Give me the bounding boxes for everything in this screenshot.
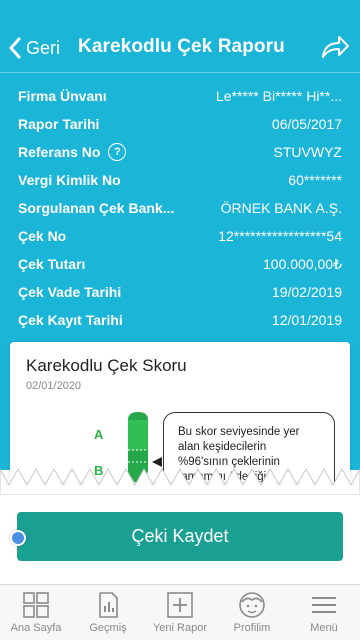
chevron-left-icon [9,37,21,59]
detail-row-vergi: Vergi Kimlik No 60******* [0,166,360,194]
detail-row-referans: Referans No ? STUVWYZ [0,138,360,166]
tab-label: Ana Sayfa [10,622,62,634]
tab-profilim[interactable]: Profilim [216,585,288,640]
detail-value: 19/02/2019 [271,284,342,300]
detail-value: 60******* [288,172,342,188]
floating-touch-indicator [10,530,26,546]
detail-value: STUVWYZ [273,144,342,160]
page-title: Karekodlu Çek Raporu [78,36,285,57]
detail-label-wrap: Referans No ? [18,143,127,161]
tab-label: Geçmiş [89,622,127,634]
detail-value: Le***** Bi***** Hi**... [215,88,342,104]
detail-value: ÖRNEK BANK A.Ş. [220,200,342,216]
save-check-button[interactable]: Çeki Kaydet [17,512,343,561]
nav-divider [0,72,360,73]
detail-label: Çek Vade Tarihi [18,284,122,300]
detail-label: Vergi Kimlik No [18,172,121,188]
detail-value: 12*****************54 [218,228,342,244]
detail-row-cek-no: Çek No 12*****************54 [0,222,360,250]
detail-row-vade: Çek Vade Tarihi 19/02/2019 [0,278,360,306]
detail-row-firma: Firma Ünvanı Le***** Bi***** Hi**... [0,82,360,110]
detail-label: Çek No [18,228,67,244]
tab-label: Yeni Rapor [152,622,208,634]
bubble-line: alan keşidecilerin [178,441,267,453]
detail-label: Firma Ünvanı [18,88,107,104]
score-card-title: Karekodlu Çek Skoru [26,356,187,375]
tab-label: Menü [310,622,338,634]
grade-label-a: A [94,427,104,442]
tab-ana-sayfa[interactable]: Ana Sayfa [0,585,72,640]
detail-label: Çek Kayıt Tarihi [18,312,123,328]
tab-yeni-rapor[interactable]: Yeni Rapor [144,585,216,640]
share-icon[interactable] [320,35,350,59]
detail-value: 06/05/2017 [271,116,342,132]
back-label: Geri [26,37,61,58]
detail-row-kayit: Çek Kayıt Tarihi 12/01/2019 [0,306,360,334]
detail-label: Çek Tutarı [18,256,86,272]
bubble-line: Bu skor seviyesinde yer [178,426,300,438]
detail-label: Referans No [18,144,101,160]
score-card-date: 02/01/2020 [26,380,82,392]
detail-label: Sorgulanan Çek Bank... [18,200,175,216]
tab-gecmis[interactable]: Geçmiş [72,585,144,640]
detail-label: Rapor Tarihi [18,116,100,132]
detail-value: 100.000,00₺ [263,255,342,272]
torn-edge-divider [0,467,360,495]
bottom-tab-bar: Ana Sayfa Geçmiş Yeni Rapor Profilim Men… [0,584,360,640]
info-icon[interactable]: ? [108,143,127,161]
detail-row-rapor-tarihi: Rapor Tarihi 06/05/2017 [0,110,360,138]
navigation-bar: Geri Karekodlu Çek Raporu [0,22,360,72]
back-button[interactable]: Geri [8,35,60,61]
detail-row-banka: Sorgulanan Çek Bank... ÖRNEK BANK A.Ş. [0,194,360,222]
report-details: Firma Ünvanı Le***** Bi***** Hi**... Rap… [0,82,360,334]
tab-label: Profilim [233,622,271,634]
detail-value: 12/01/2019 [271,312,342,328]
hamburger-menu-icon [312,597,336,613]
profile-face-icon [239,592,265,618]
home-grid-icon [23,592,49,618]
detail-row-cek-tutari: Çek Tutarı 100.000,00₺ [0,250,360,278]
plus-box-icon [167,592,193,618]
history-chart-icon [99,592,118,618]
tab-menu[interactable]: Menü [288,585,360,640]
